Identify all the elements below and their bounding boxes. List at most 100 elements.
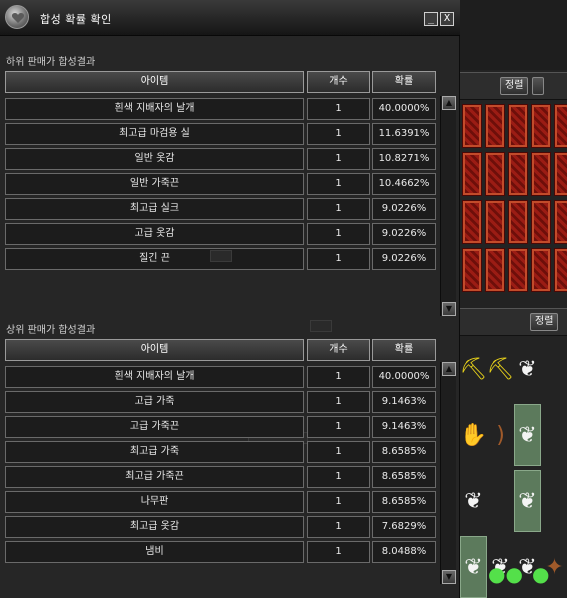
empty-slot[interactable] xyxy=(541,338,567,400)
lower-seller-scrollbar[interactable]: ▲ ▼ xyxy=(440,96,456,316)
item-probability: 11.6391% xyxy=(372,123,436,145)
table-row[interactable]: 최고급 실크 1 9.0226% xyxy=(5,198,436,220)
card-item[interactable] xyxy=(554,200,567,244)
card-item[interactable] xyxy=(462,200,482,244)
item-name: 최고급 가죽 xyxy=(5,441,304,463)
card-item[interactable] xyxy=(531,248,551,292)
wing-icon[interactable]: ❦ xyxy=(460,470,487,532)
item-name: 최고급 옷감 xyxy=(5,516,304,538)
card-item[interactable] xyxy=(462,152,482,196)
card-item[interactable] xyxy=(485,152,505,196)
item-name: 고급 가죽 xyxy=(5,391,304,413)
empty-slot[interactable] xyxy=(541,470,567,532)
header-count: 개수 xyxy=(307,339,370,361)
upper-seller-scrollbar[interactable]: ▲ ▼ xyxy=(440,362,456,584)
wing-icon[interactable]: ❦ xyxy=(514,470,541,532)
empty-slot[interactable] xyxy=(541,404,567,466)
empty-slot[interactable] xyxy=(487,470,514,532)
item-count: 1 xyxy=(307,416,370,438)
card-item[interactable] xyxy=(485,248,505,292)
card-item[interactable] xyxy=(531,152,551,196)
item-probability: 9.1463% xyxy=(372,416,436,438)
inventory-toolbar-top: 정렬 xyxy=(460,72,567,100)
table-row[interactable]: 흰색 지배자의 날개 1 40.0000% xyxy=(5,366,436,388)
table-header: 아이템 개수 확률 xyxy=(5,71,436,93)
minimize-button[interactable]: _ xyxy=(424,12,438,26)
item-name: 최고급 마검용 실 xyxy=(5,123,304,145)
item-probability: 10.4662% xyxy=(372,173,436,195)
item-name: 최고급 실크 xyxy=(5,198,304,220)
wing-icon[interactable]: ❦ xyxy=(514,404,541,466)
header-probability: 확률 xyxy=(372,71,436,93)
item-probability: 8.6585% xyxy=(372,491,436,513)
synthesis-probability-window: 합성 확률 확인 _ X 하위 판매가 합성결과 아이템 개수 확률 흰색 지배… xyxy=(0,0,460,598)
card-item[interactable] xyxy=(462,248,482,292)
item-name: 흰색 지배자의 날개 xyxy=(5,98,304,120)
window-title: 합성 확률 확인 xyxy=(40,13,112,26)
lower-seller-title: 하위 판매가 합성결과 xyxy=(6,57,96,68)
slime-icon[interactable]: ● xyxy=(532,562,549,586)
card-item[interactable] xyxy=(531,104,551,148)
card-item[interactable] xyxy=(554,152,567,196)
item-count: 1 xyxy=(307,198,370,220)
card-item[interactable] xyxy=(508,200,528,244)
card-item[interactable] xyxy=(485,104,505,148)
title-bar[interactable]: 합성 확률 확인 _ X xyxy=(0,0,460,36)
item-count: 1 xyxy=(307,173,370,195)
scroll-up-arrow-icon[interactable]: ▲ xyxy=(442,362,456,376)
item-probability: 8.0488% xyxy=(372,541,436,563)
bow-icon[interactable]: ) xyxy=(487,404,514,466)
item-name: 고급 옷감 xyxy=(5,223,304,245)
table-row[interactable]: 냄비 1 8.0488% xyxy=(5,541,436,563)
table-row[interactable]: 나무판 1 8.6585% xyxy=(5,491,436,513)
heart-search-icon xyxy=(5,5,29,29)
table-row[interactable]: 최고급 옷감 1 7.6829% xyxy=(5,516,436,538)
card-item[interactable] xyxy=(508,152,528,196)
glove-icon[interactable]: ✋ xyxy=(460,404,487,466)
item-probability: 9.1463% xyxy=(372,391,436,413)
header-count: 개수 xyxy=(307,71,370,93)
scroll-down-arrow-icon[interactable]: ▼ xyxy=(442,570,456,584)
card-item[interactable] xyxy=(485,200,505,244)
table-row[interactable]: 일반 가죽끈 1 10.4662% xyxy=(5,173,436,195)
table-row[interactable]: 흰색 지배자의 날개 1 40.0000% xyxy=(5,98,436,120)
table-row[interactable]: 고급 옷감 1 9.0226% xyxy=(5,223,436,245)
card-item[interactable] xyxy=(508,248,528,292)
header-probability: 확률 xyxy=(372,339,436,361)
item-probability: 40.0000% xyxy=(372,366,436,388)
inventory-toolbar-bottom: 정렬 xyxy=(460,308,567,336)
ghost-artifact xyxy=(310,320,332,332)
card-item[interactable] xyxy=(531,200,551,244)
scroll-up-arrow-icon[interactable]: ▲ xyxy=(442,96,456,110)
table-row[interactable]: 고급 가죽 1 9.1463% xyxy=(5,391,436,413)
table-row[interactable]: 고급 가죽끈 1 9.1463% xyxy=(5,416,436,438)
item-name: 일반 가죽끈 xyxy=(5,173,304,195)
item-inventory-grid: ⛏ ⛏ ❦ ✋ ) ❦ ❦ ❦ ❦ ❦ ❦ ✦ xyxy=(460,338,567,598)
table-row[interactable]: 최고급 가죽끈 1 8.6585% xyxy=(5,466,436,488)
card-item[interactable] xyxy=(554,104,567,148)
card-item[interactable] xyxy=(554,248,567,292)
card-item[interactable] xyxy=(462,104,482,148)
slime-icon[interactable]: ●● xyxy=(488,562,523,586)
sort-button-2[interactable]: 정렬 xyxy=(530,313,559,331)
item-count: 1 xyxy=(307,391,370,413)
scroll-down-arrow-icon[interactable]: ▼ xyxy=(442,302,456,316)
close-button[interactable]: X xyxy=(440,12,454,26)
header-item: 아이템 xyxy=(5,71,304,93)
wing-icon[interactable]: ❦ xyxy=(514,338,541,400)
table-row[interactable]: 일반 옷감 1 10.8271% xyxy=(5,148,436,170)
table-row[interactable]: 최고급 마검용 실 1 11.6391% xyxy=(5,123,436,145)
item-count: 1 xyxy=(307,441,370,463)
item-count: 1 xyxy=(307,541,370,563)
pickaxe-icon[interactable]: ⛏ xyxy=(487,338,515,400)
item-probability: 40.0000% xyxy=(372,98,436,120)
card-inventory-grid xyxy=(462,104,567,294)
table-header: 아이템 개수 확률 xyxy=(5,339,436,361)
table-row[interactable]: 최고급 가죽 1 8.6585% xyxy=(5,441,436,463)
sort-button-1[interactable]: 정렬 xyxy=(500,77,529,95)
card-item[interactable] xyxy=(508,104,528,148)
info-icon[interactable] xyxy=(532,77,544,95)
wing-icon[interactable]: ❦ xyxy=(460,536,487,598)
item-probability: 9.0226% xyxy=(372,248,436,270)
pickaxe-icon[interactable]: ⛏ xyxy=(460,338,487,400)
